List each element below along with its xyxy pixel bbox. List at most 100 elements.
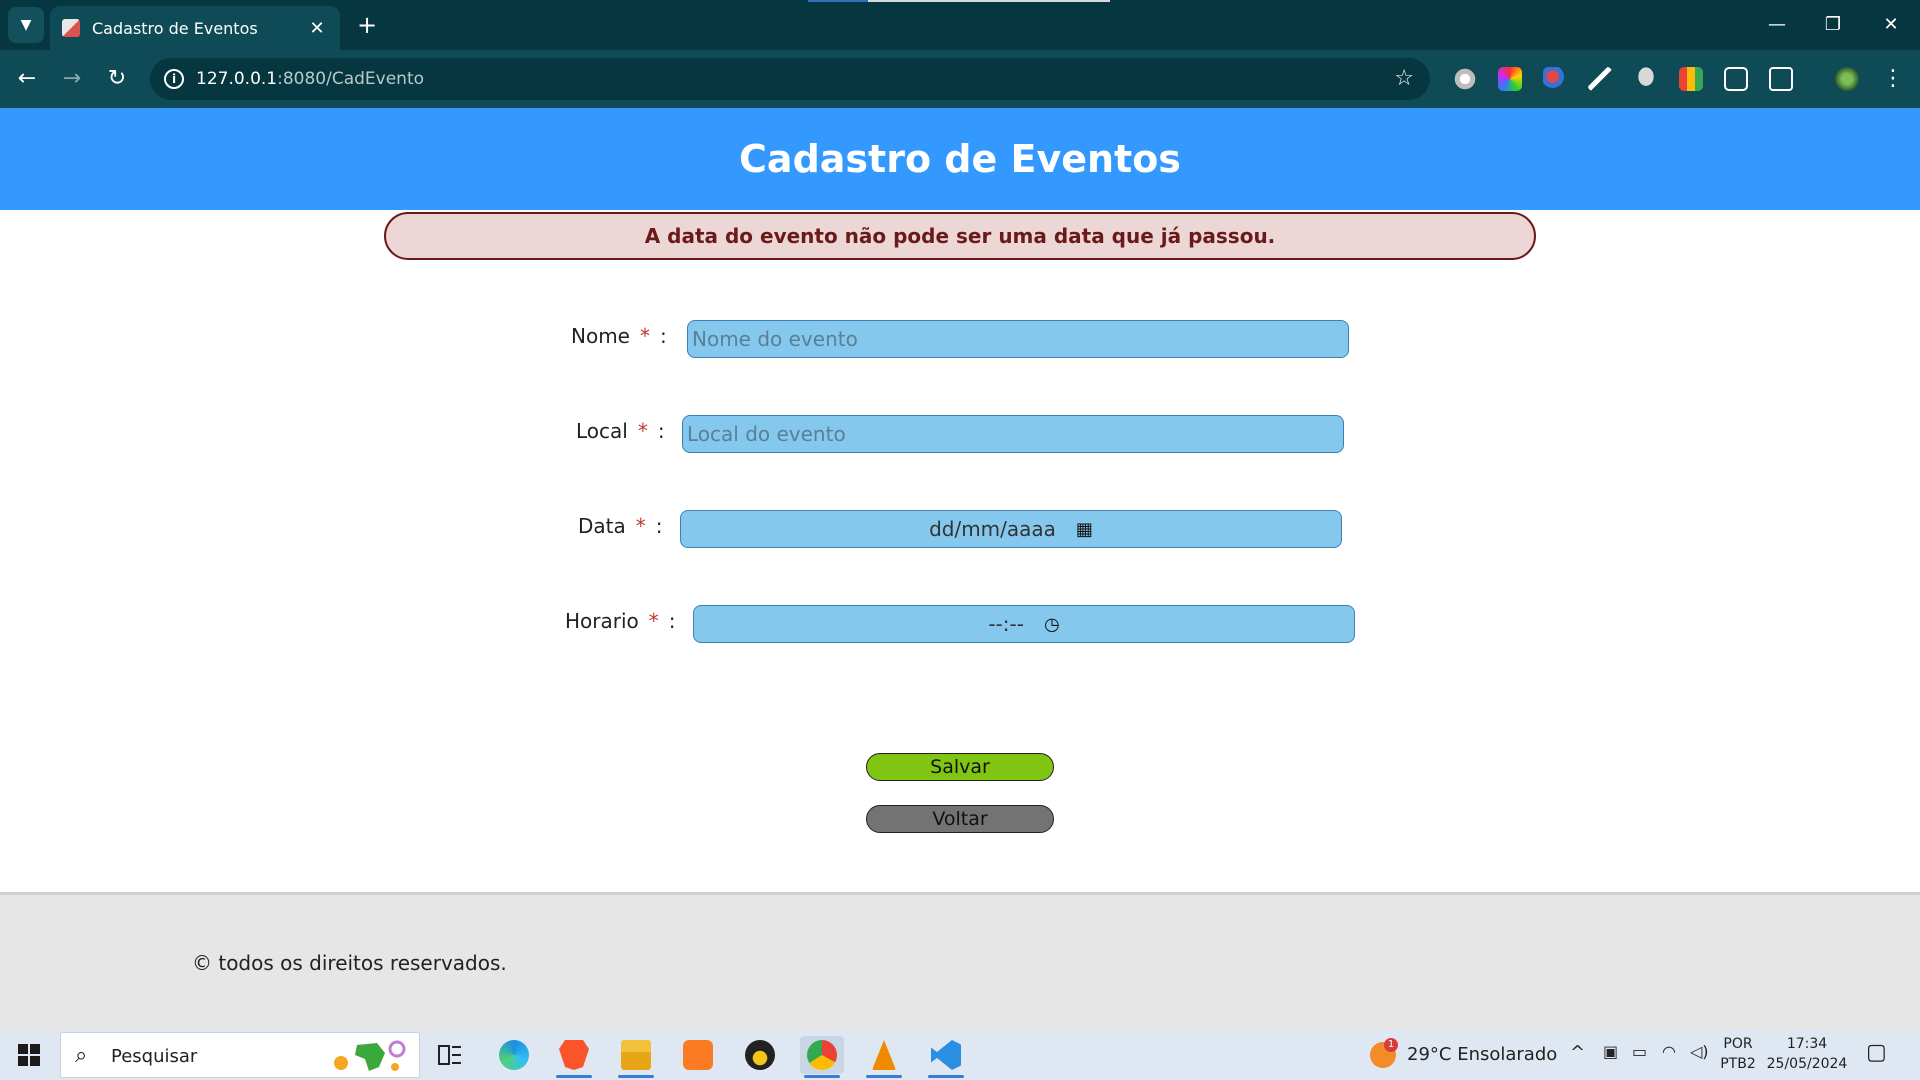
favicon-icon — [62, 19, 80, 37]
xampp-app-icon[interactable] — [676, 1036, 720, 1074]
horario-label: Horario *: — [565, 609, 676, 633]
tab-title: Cadastro de Eventos — [92, 18, 258, 38]
horario-value: --:-- — [988, 612, 1024, 636]
gear-extension-icon[interactable] — [1453, 67, 1477, 91]
browser-titlebar: ▼ Cadastro de Eventos ✕ + — ❐ ✕ — [0, 0, 1920, 50]
brave-app-icon[interactable] — [552, 1036, 596, 1078]
nome-colon: : — [659, 324, 667, 348]
meet-now-icon[interactable]: ▣ — [1603, 1042, 1618, 1061]
browser-menu-icon[interactable]: ⋮ — [1876, 62, 1910, 96]
calendar-icon[interactable]: ▦ — [1076, 519, 1093, 540]
error-alert: A data do evento não pode ser uma data q… — [384, 212, 1536, 260]
linux-app-icon[interactable] — [738, 1036, 782, 1074]
url-host: 127.0.0.1 — [196, 69, 278, 89]
file-explorer-app-icon[interactable] — [614, 1036, 658, 1078]
local-placeholder: Local do evento — [687, 422, 846, 446]
windows-taskbar: ⌕ Pesquisar 1 29°C Ensolarado ^ ▣ ▭ ◠ ◁)… — [0, 1030, 1920, 1080]
local-label-text: Local — [576, 419, 628, 443]
horario-colon: : — [668, 609, 676, 633]
tab-search-button[interactable]: ▼ — [8, 7, 44, 43]
shield-extension-icon[interactable] — [1634, 67, 1658, 91]
wifi-icon[interactable]: ◠ — [1662, 1042, 1676, 1061]
close-tab-icon[interactable]: ✕ — [306, 18, 328, 39]
language-bottom: PTB2 — [1720, 1056, 1756, 1072]
browser-toolbar: ← → ↻ i 127.0.0.1:8080/CadEvento ☆ ⋮ — [0, 50, 1920, 108]
page-header: Cadastro de Eventos — [0, 108, 1920, 210]
page-footer: © todos os direitos reservados. — [0, 892, 1920, 1030]
chrome-app-icon[interactable] — [800, 1036, 844, 1078]
nome-label-text: Nome — [571, 324, 630, 348]
nome-required-marker: * — [639, 324, 650, 348]
close-window-button[interactable]: ✕ — [1866, 8, 1916, 42]
new-tab-button[interactable]: + — [352, 10, 382, 40]
edge-app-icon[interactable] — [492, 1036, 536, 1074]
media-control-icon[interactable] — [1724, 67, 1748, 91]
minimize-button[interactable]: — — [1752, 8, 1802, 42]
data-label-text: Data — [578, 514, 626, 538]
nome-placeholder: Nome do evento — [692, 327, 858, 351]
profile-avatar[interactable] — [1835, 67, 1859, 91]
nome-label: Nome *: — [571, 324, 667, 348]
clock-date: 25/05/2024 — [1766, 1056, 1848, 1072]
vlc-app-icon[interactable] — [862, 1036, 906, 1078]
react-devtools-extension-icon[interactable] — [1543, 67, 1567, 91]
tab-strip-indicator-secondary — [868, 0, 1110, 2]
extensions-puzzle-icon[interactable] — [1769, 67, 1793, 91]
taskbar-search-placeholder: Pesquisar — [111, 1046, 198, 1067]
weather-text[interactable]: 29°C Ensolarado — [1407, 1044, 1557, 1065]
eyedropper-extension-icon[interactable] — [1588, 67, 1612, 91]
app-running-indicator — [804, 1075, 840, 1078]
url-text: 127.0.0.1:8080/CadEvento — [196, 69, 424, 89]
footer-copyright: © todos os direitos reservados. — [192, 951, 507, 975]
windows-start-icon[interactable] — [18, 1044, 40, 1066]
data-value: dd/mm/aaaa — [929, 517, 1056, 541]
battery-icon[interactable]: ▭ — [1632, 1042, 1647, 1061]
horario-time-input[interactable]: --:-- ◷ — [693, 605, 1355, 643]
horario-label-text: Horario — [565, 609, 639, 633]
search-highlight-africa-icon — [334, 1040, 406, 1071]
xampp-logo-icon — [683, 1040, 713, 1070]
horario-required-marker: * — [648, 609, 659, 633]
data-colon: : — [655, 514, 663, 538]
reload-icon[interactable]: ↻ — [100, 62, 134, 96]
task-view-glyph — [438, 1045, 461, 1065]
penguin-icon — [745, 1040, 775, 1070]
data-date-input[interactable]: dd/mm/aaaa ▦ — [680, 510, 1342, 548]
clock-icon[interactable]: ◷ — [1044, 614, 1060, 635]
save-button[interactable]: Salvar — [866, 753, 1054, 781]
app-running-indicator — [928, 1075, 964, 1078]
back-arrow-icon[interactable]: ← — [10, 62, 44, 96]
local-colon: : — [657, 419, 665, 443]
weather-alert-badge: 1 — [1384, 1038, 1398, 1052]
language-indicator[interactable]: POR PTB2 — [1718, 1034, 1758, 1074]
vscode-app-icon[interactable] — [924, 1036, 968, 1078]
app-running-indicator — [618, 1075, 654, 1078]
folder-icon — [621, 1040, 651, 1070]
volume-icon[interactable]: ◁) — [1690, 1042, 1709, 1061]
local-input[interactable]: Local do evento — [682, 415, 1344, 453]
restore-button[interactable]: ❐ — [1808, 8, 1858, 42]
tab-strip-indicator — [808, 0, 868, 2]
forward-arrow-icon[interactable]: → — [55, 62, 89, 96]
vscode-logo-icon — [931, 1040, 961, 1070]
back-button[interactable]: Voltar — [866, 805, 1054, 833]
taskbar-search-box[interactable]: ⌕ Pesquisar — [60, 1032, 420, 1078]
browser-tab[interactable]: Cadastro de Eventos ✕ — [50, 6, 340, 50]
site-info-icon[interactable]: i — [164, 69, 184, 89]
bookmark-star-icon[interactable]: ☆ — [1394, 66, 1414, 91]
app-running-indicator — [866, 1075, 902, 1078]
search-icon: ⌕ — [75, 1043, 88, 1068]
address-bar[interactable]: i 127.0.0.1:8080/CadEvento ☆ — [150, 58, 1430, 100]
task-view-icon[interactable] — [428, 1036, 472, 1074]
url-path: :8080/CadEvento — [277, 69, 425, 89]
local-required-marker: * — [637, 419, 648, 443]
google-extension-icon[interactable] — [1679, 67, 1703, 91]
tray-chevron-up-icon[interactable]: ^ — [1570, 1042, 1585, 1063]
page-title: Cadastro de Eventos — [739, 137, 1181, 181]
color-extension-icon[interactable] — [1498, 67, 1522, 91]
brave-logo-icon — [559, 1040, 589, 1070]
clock[interactable]: 17:34 25/05/2024 — [1762, 1034, 1852, 1074]
nome-input[interactable]: Nome do evento — [687, 320, 1349, 358]
notification-center-icon[interactable]: ▢ — [1866, 1040, 1887, 1065]
data-label: Data *: — [578, 514, 663, 538]
